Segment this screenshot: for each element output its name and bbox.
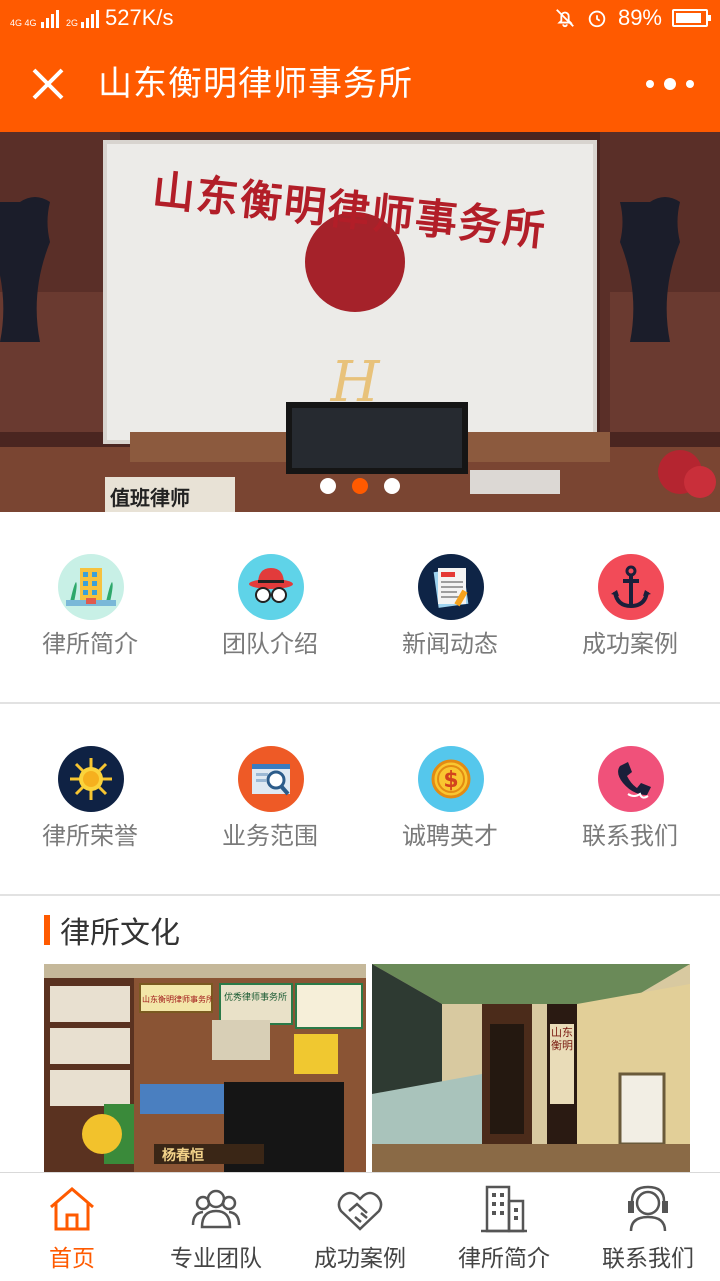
tab-label: 首页: [49, 1246, 95, 1272]
battery-icon: [672, 9, 711, 27]
menu-label: 联系我们: [582, 822, 678, 850]
battery-level-fill: [676, 13, 701, 23]
office-building-icon: [481, 1185, 527, 1233]
tab-contact[interactable]: 联系我们: [576, 1173, 720, 1281]
banner-logo-letter: H: [330, 350, 380, 415]
carousel-indicator: [0, 478, 720, 494]
network-indicator: 4G 4G 2G: [10, 8, 100, 28]
menu-item-business-scope[interactable]: 业务范围: [180, 704, 360, 894]
sun-icon: [58, 746, 124, 812]
menu-label: 诚聘英才: [402, 822, 498, 850]
desk-nameplate: 杨春恒: [162, 1148, 204, 1164]
section-accent-bar: [44, 915, 50, 945]
menu-row-1: 律所简介 团队介绍 新闻动态 成功案例: [0, 512, 720, 702]
hat-glasses-icon: [238, 554, 304, 620]
more-options-icon[interactable]: [646, 74, 694, 94]
title-bar: 山东衡明律师事务所: [0, 36, 720, 132]
section-title: 律所文化: [60, 916, 180, 951]
tab-team[interactable]: 专业团队: [144, 1173, 288, 1281]
menu-item-honors[interactable]: 律所荣誉: [0, 704, 180, 894]
photo-caption-firm: 山东衡明律师事务所: [142, 995, 212, 1004]
tab-firm-intro[interactable]: 律所简介: [432, 1173, 576, 1281]
carousel-dot[interactable]: [352, 478, 368, 494]
tab-home[interactable]: 首页: [0, 1173, 144, 1281]
close-icon[interactable]: [28, 64, 68, 104]
newspaper-icon: [418, 554, 484, 620]
bottom-tab-bar: 首页 专业团队 成功案例 律所简介 联系我们: [0, 1172, 720, 1281]
menu-label: 律所荣誉: [42, 822, 138, 850]
corridor-photo: [372, 964, 690, 1174]
menu-label: 成功案例: [582, 630, 678, 658]
menu-item-recruitment[interactable]: $ 诚聘英才: [360, 704, 540, 894]
svg-text:$: $: [443, 768, 458, 793]
menu-label: 团队介绍: [222, 630, 318, 658]
menu-row-2: 律所荣誉 业务范围 $ 诚聘英才 联系我们: [0, 704, 720, 894]
tab-label: 联系我们: [602, 1246, 694, 1272]
page-title: 山东衡明律师事务所: [98, 64, 413, 104]
battery-percent: 89%: [617, 5, 662, 30]
signal-icon: [41, 8, 59, 28]
menu-item-success-cases[interactable]: 成功案例: [540, 512, 720, 702]
signal-icon-2: [81, 8, 100, 28]
search-web-icon: [238, 746, 304, 812]
handshake-icon: [337, 1191, 383, 1231]
tab-label: 律所简介: [458, 1246, 550, 1272]
menu-item-team-intro[interactable]: 团队介绍: [180, 512, 360, 702]
corridor-sign-text: 山东衡明: [551, 1026, 573, 1052]
carousel-dot[interactable]: [384, 478, 400, 494]
carousel-dot[interactable]: [320, 478, 336, 494]
network-speed: 527K/s: [105, 5, 174, 30]
culture-photo-corridor[interactable]: 山东衡明: [372, 964, 690, 1174]
menu-label: 律所简介: [42, 630, 138, 658]
section-header-culture: 律所文化: [44, 910, 180, 951]
phone-icon: [598, 746, 664, 812]
menu-label: 业务范围: [222, 822, 318, 850]
tab-label: 专业团队: [170, 1246, 262, 1272]
alarm-icon: [588, 10, 606, 28]
status-bar: 4G 4G 2G 527K/s 89%: [0, 0, 720, 36]
headset-icon: [628, 1185, 668, 1232]
photo-caption-honor: 优秀律师事务所: [224, 993, 288, 1003]
tab-cases[interactable]: 成功案例: [288, 1173, 432, 1281]
culture-photo-office[interactable]: 优秀律师事务所 山东衡明律师事务所 杨春恒: [44, 964, 366, 1174]
mute-bell-icon: [556, 9, 574, 28]
team-icon: [191, 1189, 241, 1229]
divider: [0, 894, 720, 896]
tab-label: 成功案例: [314, 1246, 406, 1272]
banner-carousel[interactable]: 山东衡明律师事务所 H 值班律师: [0, 132, 720, 512]
network-type-label: 4G 4G: [10, 18, 37, 28]
anchor-icon: [598, 554, 664, 620]
network-type-label-2: 2G: [66, 18, 79, 28]
menu-item-news[interactable]: 新闻动态: [360, 512, 540, 702]
home-icon: [50, 1187, 94, 1231]
building-icon: [58, 554, 124, 620]
menu-item-firm-intro[interactable]: 律所简介: [0, 512, 180, 702]
menu-item-contact[interactable]: 联系我们: [540, 704, 720, 894]
menu-label: 新闻动态: [402, 630, 498, 658]
dollar-coin-icon: $: [418, 746, 484, 812]
